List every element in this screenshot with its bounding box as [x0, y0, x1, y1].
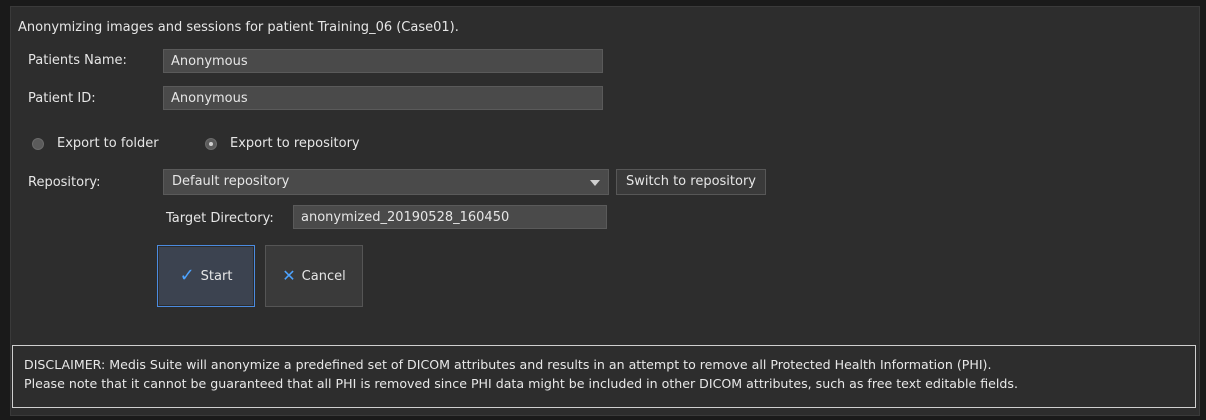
x-icon: ✕ — [282, 266, 296, 285]
cancel-label: Cancel — [301, 268, 346, 284]
disclaimer-line-1: DISCLAIMER: Medis Suite will anonymize a… — [24, 357, 992, 372]
export-to-repository-radio[interactable]: Export to repository — [203, 135, 403, 153]
disclaimer-box: DISCLAIMER: Medis Suite will anonymize a… — [12, 345, 1196, 408]
anonymize-dialog: Anonymizing images and sessions for pati… — [10, 6, 1200, 416]
export-to-repository-label: Export to repository — [230, 136, 360, 151]
check-icon: ✓ — [179, 265, 195, 286]
target-directory-label: Target Directory: — [166, 211, 274, 226]
radio-selected-icon — [205, 138, 217, 150]
export-to-folder-radio[interactable]: Export to folder — [30, 135, 180, 153]
header-text: Anonymizing images and sessions for pati… — [18, 20, 459, 35]
chevron-down-icon — [590, 180, 600, 186]
repository-label: Repository: — [28, 175, 101, 190]
export-to-folder-label: Export to folder — [57, 136, 159, 151]
radio-unselected-icon — [32, 138, 44, 150]
patient-id-field[interactable]: Anonymous — [163, 86, 603, 110]
repository-select[interactable]: Default repository — [163, 169, 609, 195]
target-directory-field[interactable]: anonymized_20190528_160450 — [293, 205, 607, 229]
disclaimer-line-2: Please note that it cannot be guaranteed… — [24, 376, 1018, 391]
start-label: Start — [200, 268, 233, 284]
repository-selected-value: Default repository — [172, 174, 290, 189]
start-button[interactable]: ✓ Start — [157, 245, 255, 307]
patient-id-label: Patient ID: — [28, 91, 96, 106]
patients-name-label: Patients Name: — [28, 53, 127, 68]
cancel-button[interactable]: ✕ Cancel — [265, 245, 363, 307]
switch-to-repository-button[interactable]: Switch to repository — [616, 169, 766, 195]
patients-name-field[interactable]: Anonymous — [163, 49, 603, 73]
